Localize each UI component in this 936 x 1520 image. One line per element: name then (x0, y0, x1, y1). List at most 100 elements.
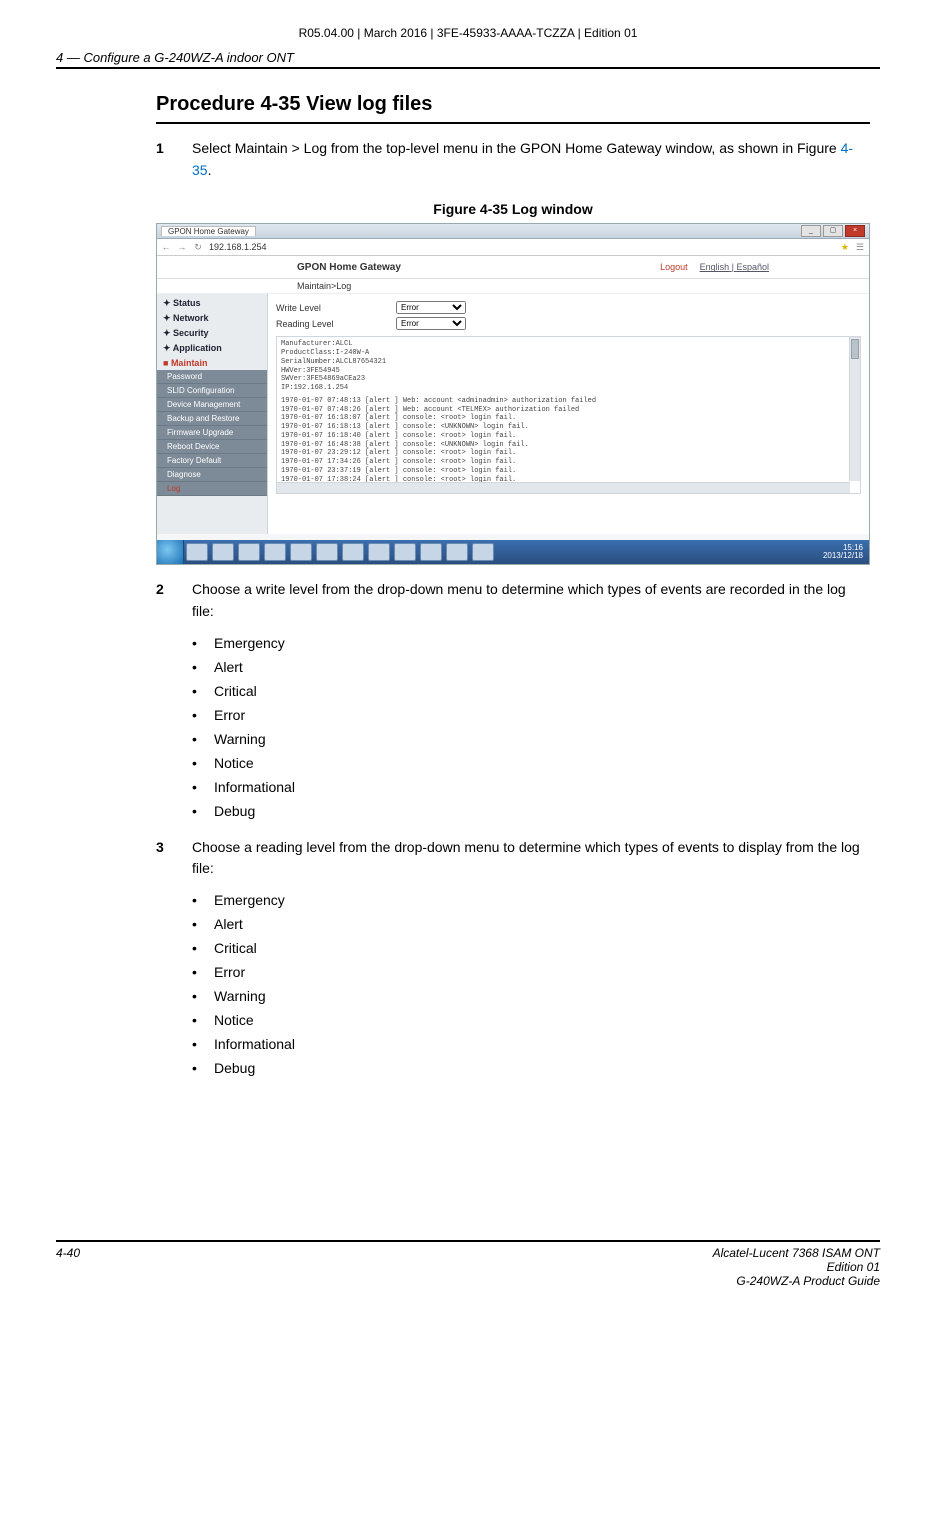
taskbar-app-icon[interactable] (264, 543, 286, 561)
log-line: 1970-01-07 16:18:07 [alert ] console: <r… (281, 414, 856, 423)
list-item: Notice (192, 751, 870, 775)
reload-icon[interactable]: ↻ (193, 242, 203, 253)
sidebar-sub-slid[interactable]: SLID Configuration (157, 384, 267, 398)
taskbar-app-icon[interactable] (290, 543, 312, 561)
list-item: Debug (192, 1056, 870, 1080)
sidebar-sub-diagnose[interactable]: Diagnose (157, 468, 267, 482)
reading-level-label: Reading Level (276, 319, 396, 329)
log-line: 1970-01-07 07:48:26 [alert ] Web: accoun… (281, 406, 856, 415)
log-header-block: Manufacturer:ALCL ProductClass:I-240W-A … (281, 340, 856, 393)
sidebar-item-maintain[interactable]: ■ Maintain (157, 356, 267, 370)
list-item: Critical (192, 679, 870, 703)
app-title: GPON Home Gateway (297, 262, 401, 273)
taskbar-app-icon[interactable] (420, 543, 442, 561)
sidebar-item-security[interactable]: ✦ Security (157, 326, 267, 341)
sidebar-label-security: Security (173, 328, 209, 338)
minimize-button[interactable]: _ (801, 225, 821, 237)
sidebar-sub-device-mgmt[interactable]: Device Management (157, 398, 267, 412)
running-header: 4 — Configure a G-240WZ-A indoor ONT (56, 50, 880, 69)
bookmark-star-icon[interactable]: ★ (841, 242, 849, 253)
step-3-body: Choose a reading level from the drop-dow… (192, 837, 870, 880)
taskbar-app-icon[interactable] (472, 543, 494, 561)
breadcrumb: Maintain>Log (157, 279, 869, 294)
browser-titlebar: GPON Home Gateway _ ▢ × (157, 224, 869, 239)
lang-espanol-link[interactable]: Español (736, 262, 769, 272)
log-scrollbar-vertical[interactable] (849, 337, 860, 481)
list-item: Critical (192, 936, 870, 960)
list-item: Alert (192, 655, 870, 679)
log-line: 1970-01-07 16:18:40 [alert ] console: <r… (281, 432, 856, 441)
write-levels-list: Emergency Alert Critical Error Warning N… (156, 631, 870, 823)
sidebar-sub-firmware[interactable]: Firmware Upgrade (157, 426, 267, 440)
windows-taskbar: 15:16 2013/12/18 (157, 540, 869, 564)
sidebar-sub-factory[interactable]: Factory Default (157, 454, 267, 468)
step-2-number: 2 (156, 579, 192, 622)
footer-product-line2: Edition 01 (713, 1260, 880, 1274)
log-line: 1970-01-07 07:48:13 [alert ] Web: accoun… (281, 397, 856, 406)
lang-english-link[interactable]: English (700, 262, 730, 272)
nav-back-icon[interactable]: ← (161, 242, 171, 252)
browser-tab[interactable]: GPON Home Gateway (161, 226, 256, 236)
sidebar-item-application[interactable]: ✦ Application (157, 341, 267, 356)
list-item: Error (192, 703, 870, 727)
log-output-box: Manufacturer:ALCL ProductClass:I-240W-A … (276, 336, 861, 494)
taskbar-app-icon[interactable] (446, 543, 468, 561)
list-item: Warning (192, 727, 870, 751)
sidebar-label-status: Status (173, 298, 201, 308)
log-line: 1970-01-07 16:48:38 [alert ] console: <U… (281, 441, 856, 450)
maximize-button[interactable]: ▢ (823, 225, 843, 237)
sidebar-label-application: Application (173, 343, 222, 353)
doc-meta-line: R05.04.00 | March 2016 | 3FE-45933-AAAA-… (56, 26, 880, 40)
write-level-select[interactable]: Error (396, 301, 466, 314)
read-levels-list: Emergency Alert Critical Error Warning N… (156, 888, 870, 1080)
list-item: Informational (192, 775, 870, 799)
app-header: GPON Home Gateway Logout English | Españ… (157, 256, 869, 279)
logout-link[interactable]: Logout (660, 262, 688, 272)
taskbar-app-icon[interactable] (238, 543, 260, 561)
list-item: Alert (192, 912, 870, 936)
list-item: Notice (192, 1008, 870, 1032)
figure-caption: Figure 4-35 Log window (156, 201, 870, 217)
write-level-label: Write Level (276, 303, 396, 313)
step-1-text-b: . (208, 162, 212, 178)
procedure-title: Procedure 4-35 View log files (156, 93, 870, 124)
list-item: Debug (192, 799, 870, 823)
close-button[interactable]: × (845, 225, 865, 237)
list-item: Warning (192, 984, 870, 1008)
log-window-screenshot: GPON Home Gateway _ ▢ × ← → ↻ 192.168.1.… (156, 223, 870, 565)
sidebar-sub-log[interactable]: Log (157, 482, 267, 496)
taskbar-clock: 15:16 2013/12/18 (817, 544, 869, 562)
footer-page-number: 4-40 (56, 1246, 80, 1288)
menu-icon[interactable]: ☰ (855, 242, 865, 253)
taskbar-app-icon[interactable] (368, 543, 390, 561)
step-1-number: 1 (156, 138, 192, 181)
sidebar-sub-reboot[interactable]: Reboot Device (157, 440, 267, 454)
list-item: Emergency (192, 631, 870, 655)
taskbar-app-icon[interactable] (186, 543, 208, 561)
running-header-left: 4 — Configure a G-240WZ-A indoor ONT (56, 50, 294, 65)
sidebar-sub-backup[interactable]: Backup and Restore (157, 412, 267, 426)
log-scrollbar-horizontal[interactable] (277, 482, 850, 493)
taskbar-app-icon[interactable] (394, 543, 416, 561)
url-field[interactable]: 192.168.1.254 (209, 242, 835, 252)
sidebar-item-status[interactable]: ✦ Status (157, 296, 267, 311)
taskbar-app-icon[interactable] (212, 543, 234, 561)
sidebar: ✦ Status ✦ Network ✦ Security ✦ Applicat… (157, 294, 268, 534)
taskbar-app-icon[interactable] (342, 543, 364, 561)
reading-level-select[interactable]: Error (396, 317, 466, 330)
log-line: 1970-01-07 23:37:19 [alert ] console: <r… (281, 467, 856, 476)
sidebar-sub-password[interactable]: Password (157, 370, 267, 384)
main-panel: Write Level Error Reading Level Error Ma… (268, 294, 869, 534)
step-2: 2 Choose a write level from the drop-dow… (156, 579, 870, 622)
list-item: Error (192, 960, 870, 984)
log-line: 1970-01-07 23:29:12 [alert ] console: <r… (281, 449, 856, 458)
sidebar-item-network[interactable]: ✦ Network (157, 311, 267, 326)
start-button[interactable] (157, 540, 184, 564)
address-bar: ← → ↻ 192.168.1.254 ★ ☰ (157, 239, 869, 256)
footer-product-line3: G-240WZ-A Product Guide (713, 1274, 880, 1288)
clock-date: 2013/12/18 (823, 552, 863, 561)
step-1-text-a: Select Maintain > Log from the top-level… (192, 140, 841, 156)
nav-forward-icon[interactable]: → (177, 242, 187, 252)
taskbar-app-icon[interactable] (316, 543, 338, 561)
step-1-body: Select Maintain > Log from the top-level… (192, 138, 870, 181)
